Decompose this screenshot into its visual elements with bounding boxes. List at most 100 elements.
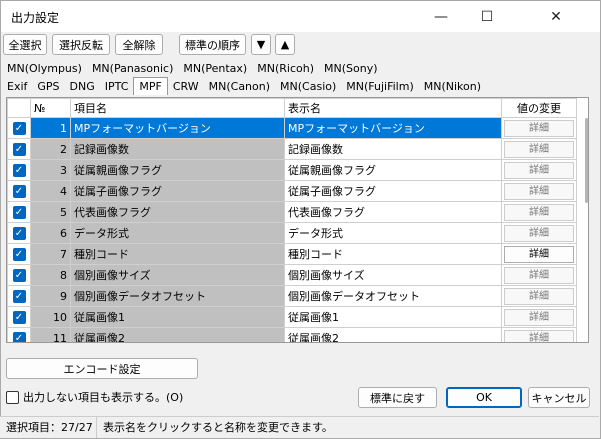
- display-name-cell[interactable]: 従属画像1: [284, 306, 502, 328]
- detail-button[interactable]: 詳細: [504, 308, 574, 326]
- table-row[interactable]: ✓ 10 従属画像1 従属画像1 詳細: [7, 306, 577, 328]
- reset-default-button[interactable]: 標準に戻す: [358, 387, 437, 408]
- row-checkbox[interactable]: ✓: [12, 163, 26, 177]
- row-checkbox-cell[interactable]: ✓: [7, 306, 31, 328]
- checkbox-column-header[interactable]: [7, 98, 31, 118]
- detail-button[interactable]: 詳細: [504, 203, 574, 221]
- row-checkbox[interactable]: ✓: [12, 121, 26, 135]
- tab-row-lower: Exif GPS DNG IPTC MPF CRW MN(Canon) MN(Casio) MN…: [2, 77, 486, 95]
- display-name-cell[interactable]: データ形式: [284, 222, 502, 244]
- detail-button[interactable]: 詳細: [504, 329, 574, 342]
- row-checkbox[interactable]: ✓: [12, 331, 26, 342]
- table-row[interactable]: ✓ 7 種別コード 種別コード 詳細: [7, 243, 577, 265]
- table-row[interactable]: ✓ 11 従属画像2 従属画像2 詳細: [7, 327, 577, 342]
- value-change-cell: 詳細: [501, 201, 577, 223]
- row-checkbox[interactable]: ✓: [12, 205, 26, 219]
- maximize-button[interactable]: ☐: [464, 1, 510, 33]
- display-name-cell[interactable]: 個別画像データオフセット: [284, 285, 502, 307]
- tab-dng[interactable]: DNG: [65, 79, 100, 95]
- table-row[interactable]: ✓ 1 MPフォーマットバージョン MPフォーマットバージョン 詳細: [7, 117, 577, 139]
- detail-button[interactable]: 詳細: [504, 224, 574, 242]
- row-checkbox[interactable]: ✓: [12, 142, 26, 156]
- row-checkbox-cell[interactable]: ✓: [7, 327, 31, 342]
- table-row[interactable]: ✓ 6 データ形式 データ形式 詳細: [7, 222, 577, 244]
- display-name-cell[interactable]: 従属親画像フラグ: [284, 159, 502, 181]
- tab-mn-panasonic[interactable]: MN(Panasonic): [87, 61, 178, 77]
- row-checkbox[interactable]: ✓: [12, 289, 26, 303]
- row-checkbox-cell[interactable]: ✓: [7, 264, 31, 286]
- tab-crw[interactable]: CRW: [168, 79, 204, 95]
- clear-all-button[interactable]: 全解除: [115, 34, 163, 55]
- display-name-cell[interactable]: 代表画像フラグ: [284, 201, 502, 223]
- invert-selection-button[interactable]: 選択反転: [52, 34, 110, 55]
- tab-mn-sony[interactable]: MN(Sony): [319, 61, 383, 77]
- move-down-button[interactable]: ▼: [251, 34, 271, 55]
- display-name-cell[interactable]: MPフォーマットバージョン: [284, 117, 502, 139]
- display-name-cell[interactable]: 個別画像サイズ: [284, 264, 502, 286]
- move-up-button[interactable]: ▲: [275, 34, 295, 55]
- tab-mn-olympus[interactable]: MN(Olympus): [2, 61, 87, 77]
- vertical-scrollbar[interactable]: [584, 98, 588, 342]
- standard-order-button[interactable]: 標準の順序: [179, 34, 246, 55]
- select-all-button[interactable]: 全選択: [3, 34, 47, 55]
- tab-mn-casio[interactable]: MN(Casio): [275, 79, 341, 95]
- detail-button[interactable]: 詳細: [504, 266, 574, 284]
- encode-settings-button[interactable]: エンコード設定: [6, 358, 198, 379]
- row-checkbox-cell[interactable]: ✓: [7, 201, 31, 223]
- table-row[interactable]: ✓ 8 個別画像サイズ 個別画像サイズ 詳細: [7, 264, 577, 286]
- column-header-display[interactable]: 表示名: [284, 98, 502, 118]
- tab-mn-fujifilm[interactable]: MN(FujiFilm): [341, 79, 418, 95]
- show-hidden-label: 出力しない項目も表示する。(O): [23, 391, 184, 404]
- detail-button[interactable]: 詳細: [504, 140, 574, 158]
- row-checkbox[interactable]: ✓: [12, 226, 26, 240]
- row-checkbox-cell[interactable]: ✓: [7, 180, 31, 202]
- close-button[interactable]: ✕: [510, 1, 601, 33]
- detail-button[interactable]: 詳細: [504, 287, 574, 305]
- column-header-change[interactable]: 値の変更: [501, 98, 577, 118]
- column-header-item[interactable]: 項目名: [70, 98, 285, 118]
- row-checkbox-cell[interactable]: ✓: [7, 117, 31, 139]
- detail-button[interactable]: 詳細: [504, 182, 574, 200]
- tab-mn-nikon[interactable]: MN(Nikon): [419, 79, 486, 95]
- scrollbar-thumb[interactable]: [585, 118, 588, 203]
- tab-mn-pentax[interactable]: MN(Pentax): [178, 61, 252, 77]
- table-row[interactable]: ✓ 9 個別画像データオフセット 個別画像データオフセット 詳細: [7, 285, 577, 307]
- tab-gps[interactable]: GPS: [32, 79, 64, 95]
- detail-button[interactable]: 詳細: [504, 161, 574, 179]
- tab-mn-canon[interactable]: MN(Canon): [204, 79, 275, 95]
- show-hidden-option[interactable]: 出力しない項目も表示する。(O): [6, 389, 183, 405]
- ok-button[interactable]: OK: [446, 387, 522, 408]
- table-row[interactable]: ✓ 3 従属親画像フラグ 従属親画像フラグ 詳細: [7, 159, 577, 181]
- display-name-cell[interactable]: 種別コード: [284, 243, 502, 265]
- value-change-cell: 詳細: [501, 117, 577, 139]
- cancel-button[interactable]: キャンセル: [528, 387, 590, 408]
- item-name-cell: 従属子画像フラグ: [70, 180, 285, 202]
- tab-iptc[interactable]: IPTC: [100, 79, 134, 95]
- detail-button[interactable]: 詳細: [504, 245, 574, 263]
- tab-exif[interactable]: Exif: [2, 79, 32, 95]
- table-row[interactable]: ✓ 2 記録画像数 記録画像数 詳細: [7, 138, 577, 160]
- row-checkbox[interactable]: ✓: [12, 247, 26, 261]
- item-name-cell: 記録画像数: [70, 138, 285, 160]
- row-checkbox-cell[interactable]: ✓: [7, 138, 31, 160]
- table-row[interactable]: ✓ 5 代表画像フラグ 代表画像フラグ 詳細: [7, 201, 577, 223]
- table-row[interactable]: ✓ 4 従属子画像フラグ 従属子画像フラグ 詳細: [7, 180, 577, 202]
- show-hidden-checkbox[interactable]: [6, 390, 19, 404]
- value-change-cell: 詳細: [501, 243, 577, 265]
- row-checkbox-cell[interactable]: ✓: [7, 222, 31, 244]
- display-name-cell[interactable]: 従属子画像フラグ: [284, 180, 502, 202]
- value-change-cell: 詳細: [501, 264, 577, 286]
- row-checkbox-cell[interactable]: ✓: [7, 159, 31, 181]
- row-checkbox-cell[interactable]: ✓: [7, 243, 31, 265]
- minimize-button[interactable]: —: [418, 1, 464, 33]
- tab-mpf[interactable]: MPF: [133, 77, 168, 95]
- row-checkbox[interactable]: ✓: [12, 184, 26, 198]
- column-header-no[interactable]: №: [30, 98, 71, 118]
- detail-button[interactable]: 詳細: [504, 119, 574, 137]
- display-name-cell[interactable]: 従属画像2: [284, 327, 502, 342]
- row-checkbox[interactable]: ✓: [12, 268, 26, 282]
- display-name-cell[interactable]: 記録画像数: [284, 138, 502, 160]
- row-checkbox[interactable]: ✓: [12, 310, 26, 324]
- tab-mn-ricoh[interactable]: MN(Ricoh): [252, 61, 319, 77]
- row-checkbox-cell[interactable]: ✓: [7, 285, 31, 307]
